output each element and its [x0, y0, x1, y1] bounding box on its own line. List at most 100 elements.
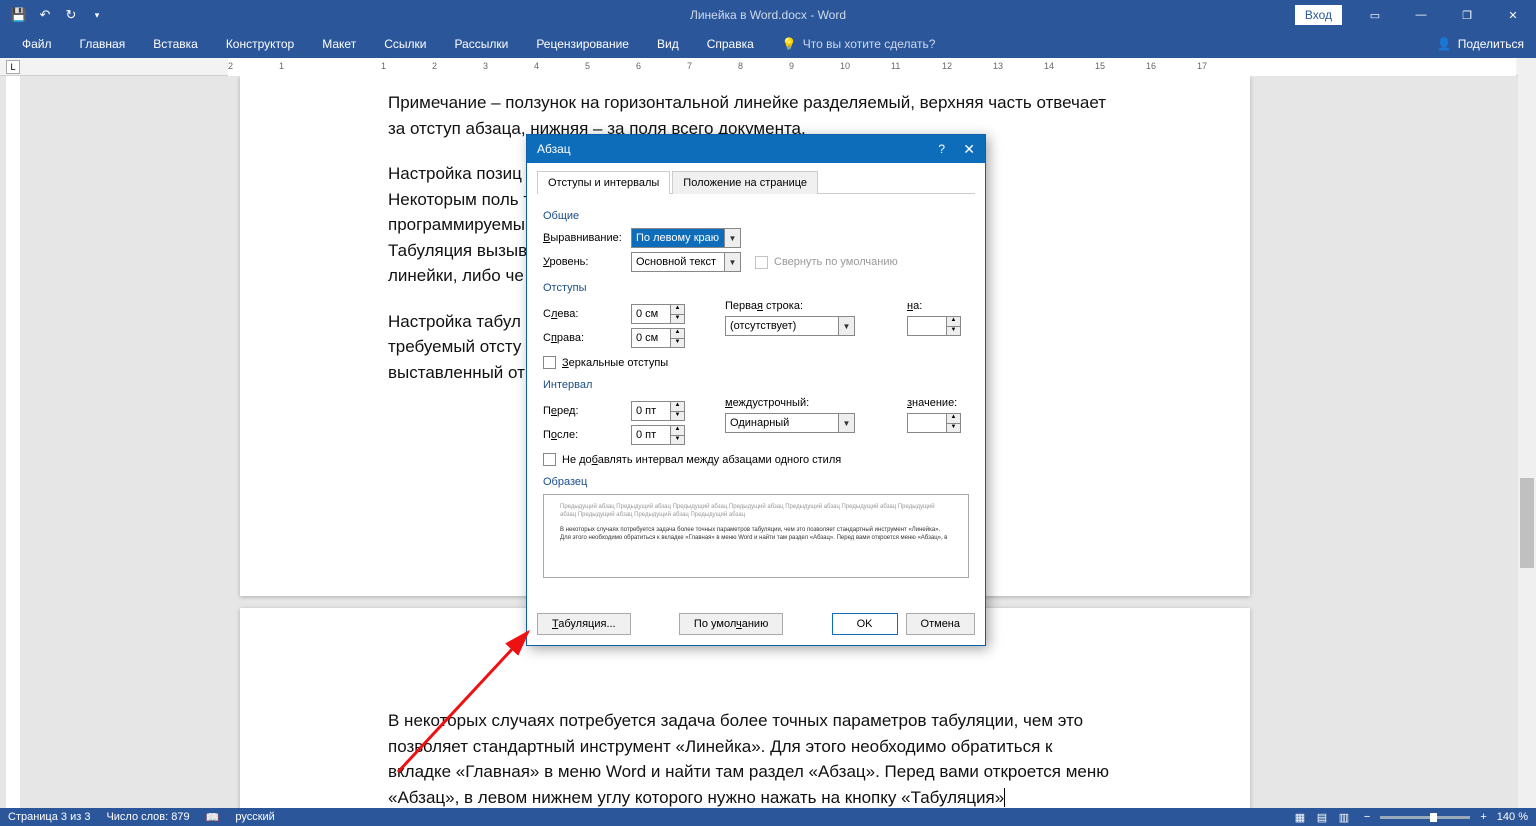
level-value: Основной текст [636, 256, 716, 268]
zoom-level[interactable]: 140 % [1497, 811, 1528, 823]
lightbulb-icon: 💡 [782, 37, 797, 51]
no-add-space-checkbox[interactable] [543, 453, 556, 466]
save-icon[interactable]: 💾 [8, 4, 30, 26]
ribbon-display-icon[interactable]: ▭ [1352, 0, 1398, 30]
after-value: 0 пт [636, 429, 656, 441]
value-label: значение: [907, 397, 969, 409]
preview-box: Предыдущий абзац Предыдущий абзац Предыд… [543, 494, 969, 578]
on-label: на: [907, 300, 969, 312]
tab-help[interactable]: Справка [693, 31, 768, 57]
section-interval: Интервал [543, 379, 969, 391]
page-indicator[interactable]: Страница 3 из 3 [8, 811, 90, 823]
chevron-down-icon: ▼ [724, 253, 740, 271]
redo-icon[interactable]: ↻ [60, 4, 82, 26]
tab-home[interactable]: Главная [66, 31, 140, 57]
first-line-label: Первая строка: [725, 300, 897, 312]
collapse-checkbox [755, 256, 768, 269]
first-line-value-spinner[interactable]: ▲▼ [907, 316, 961, 336]
left-indent-label: Слева: [543, 308, 631, 320]
status-bar: Страница 3 из 3 Число слов: 879 📖 русски… [0, 808, 1536, 826]
view-buttons: ▦ ▤ ▥ [1290, 810, 1354, 824]
section-sample: Образец [543, 476, 969, 488]
undo-icon[interactable]: ↶ [34, 4, 56, 26]
alignment-select[interactable]: По левому краю ▼ [631, 228, 741, 248]
ribbon-tabs: Файл Главная Вставка Конструктор Макет С… [0, 30, 1536, 58]
horizontal-ruler[interactable]: 211234567891011121314151617 [228, 58, 1516, 76]
share-icon: 👤 [1437, 37, 1452, 51]
close-icon[interactable]: ✕ [1490, 0, 1536, 30]
language-indicator[interactable]: русский [235, 811, 274, 823]
web-layout-icon[interactable]: ▥ [1334, 810, 1354, 824]
section-general: Общие [543, 210, 969, 222]
section-indents: Отступы [543, 282, 969, 294]
right-indent-spinner[interactable]: 0 см▲▼ [631, 328, 685, 348]
vertical-ruler[interactable] [6, 76, 20, 808]
tab-insert[interactable]: Вставка [139, 31, 212, 57]
tab-view[interactable]: Вид [643, 31, 693, 57]
read-mode-icon[interactable]: ▦ [1290, 810, 1310, 824]
chevron-down-icon: ▼ [838, 317, 854, 335]
tabulation-button[interactable]: Табуляция... [537, 613, 631, 635]
default-button[interactable]: По умолчанию [679, 613, 783, 635]
after-spinner[interactable]: 0 пт▲▼ [631, 425, 685, 445]
dialog-title-bar[interactable]: Абзац ? ✕ [527, 135, 985, 163]
tab-page-position[interactable]: Положение на странице [672, 171, 818, 194]
tab-mailings[interactable]: Рассылки [440, 31, 522, 57]
share-label: Поделиться [1458, 37, 1524, 51]
before-value: 0 пт [636, 405, 656, 417]
dialog-close-icon[interactable]: ✕ [963, 141, 975, 158]
minimize-icon[interactable]: — [1398, 0, 1444, 30]
cancel-button[interactable]: Отмена [906, 613, 975, 635]
before-label: Перед: [543, 405, 631, 417]
left-indent-value: 0 см [636, 308, 658, 320]
right-indent-value: 0 см [636, 332, 658, 344]
quick-access-toolbar: 💾 ↶ ↻ ▾ [0, 4, 108, 26]
vertical-scrollbar[interactable] [1518, 58, 1536, 808]
left-indent-spinner[interactable]: 0 см▲▼ [631, 304, 685, 324]
tab-file[interactable]: Файл [8, 31, 66, 57]
line-spacing-value: Одинарный [730, 417, 789, 429]
tab-references[interactable]: Ссылки [370, 31, 440, 57]
level-label: Уровень: [543, 256, 631, 268]
collapse-label: Свернуть по умолчанию [774, 256, 898, 268]
right-indent-label: Справа: [543, 332, 631, 344]
tab-layout[interactable]: Макет [308, 31, 370, 57]
paragraph-4: В некоторых случаях потребуется задача б… [388, 708, 1110, 808]
zoom-out-icon[interactable]: − [1364, 811, 1370, 823]
alignment-label: Выравнивание: [543, 232, 631, 244]
tell-me-search[interactable]: 💡 Что вы хотите сделать? [768, 37, 936, 51]
title-bar: 💾 ↶ ↻ ▾ Линейка в Word.docx - Word Вход … [0, 0, 1536, 30]
print-layout-icon[interactable]: ▤ [1312, 810, 1332, 824]
ok-button[interactable]: OK [832, 613, 898, 635]
text-cursor [1004, 788, 1005, 807]
level-select[interactable]: Основной текст ▼ [631, 252, 741, 272]
qat-dropdown-icon[interactable]: ▾ [86, 4, 108, 26]
dialog-help-icon[interactable]: ? [938, 142, 945, 156]
tab-indents-spacing[interactable]: Отступы и интервалы [537, 171, 670, 194]
zoom-thumb[interactable] [1430, 813, 1437, 822]
tab-review[interactable]: Рецензирование [522, 31, 643, 57]
tab-selector[interactable]: L [6, 60, 20, 74]
zoom-slider[interactable] [1380, 816, 1470, 819]
zoom-in-icon[interactable]: + [1480, 811, 1486, 823]
dialog-title: Абзац [537, 142, 571, 156]
line-spacing-label: междустрочный: [725, 397, 897, 409]
paragraph-dialog: Абзац ? ✕ Отступы и интервалы Положение … [526, 134, 986, 646]
login-button[interactable]: Вход [1295, 5, 1342, 25]
line-value-spinner[interactable]: ▲▼ [907, 413, 961, 433]
mirror-indents-label: Зеркальные отступы [562, 357, 668, 369]
maximize-icon[interactable]: ❐ [1444, 0, 1490, 30]
mirror-indents-checkbox[interactable] [543, 356, 556, 369]
proofing-icon[interactable]: 📖 [206, 811, 220, 824]
first-line-select[interactable]: (отсутствует)▼ [725, 316, 855, 336]
tab-design[interactable]: Конструктор [212, 31, 308, 57]
scrollbar-thumb[interactable] [1520, 478, 1534, 568]
document-title: Линейка в Word.docx - Word [690, 8, 846, 22]
word-count[interactable]: Число слов: 879 [106, 811, 189, 823]
share-button[interactable]: 👤 Поделиться [1437, 37, 1524, 51]
before-spinner[interactable]: 0 пт▲▼ [631, 401, 685, 421]
chevron-down-icon: ▼ [724, 229, 740, 247]
preview-current-text: В некоторых случаях потребуется задача б… [560, 526, 952, 543]
line-spacing-select[interactable]: Одинарный▼ [725, 413, 855, 433]
preview-prev-text: Предыдущий абзац Предыдущий абзац Предыд… [560, 503, 952, 520]
